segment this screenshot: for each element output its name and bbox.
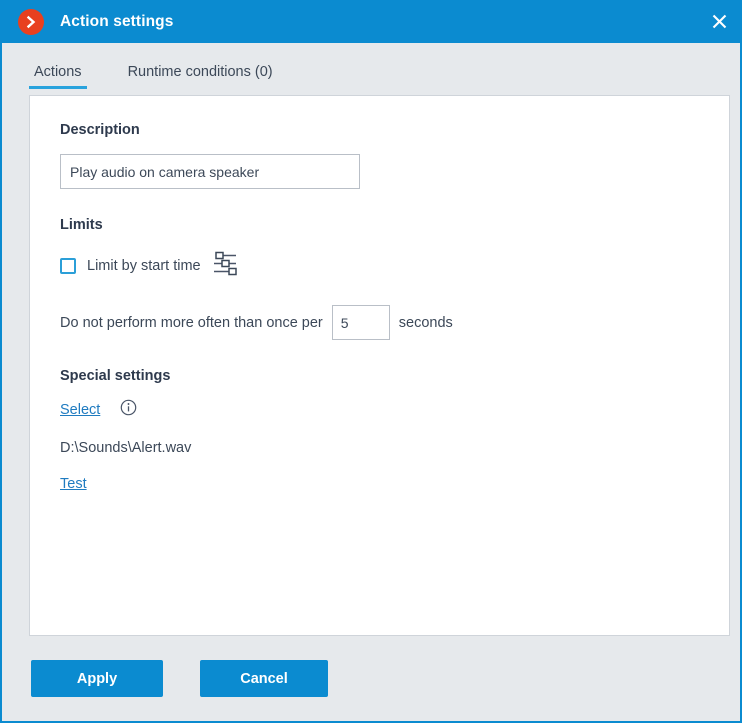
limit-by-start-time-row: Limit by start time	[60, 251, 699, 281]
limit-by-start-time-label: Limit by start time	[87, 258, 201, 274]
apply-button[interactable]: Apply	[31, 660, 163, 697]
tab-actions[interactable]: Actions	[29, 64, 87, 89]
chevron-right-circle-icon	[18, 8, 44, 35]
limit-by-start-time-checkbox[interactable]	[60, 258, 76, 274]
throttle-seconds-input[interactable]	[331, 305, 390, 340]
test-link[interactable]: Test	[60, 476, 87, 492]
description-heading: Description	[60, 122, 140, 138]
special-settings-heading: Special settings	[60, 368, 171, 384]
limits-heading: Limits	[60, 217, 103, 233]
tab-runtime-conditions-label: Runtime conditions (0)	[127, 64, 273, 80]
cancel-button[interactable]: Cancel	[200, 660, 328, 697]
tab-bar: Actions Runtime conditions (0)	[2, 43, 740, 89]
settings-panel: Description Limits Limit by start time	[29, 95, 730, 636]
throttle-row: Do not perform more often than once per …	[60, 305, 699, 340]
select-row: Select	[60, 399, 699, 421]
throttle-suffix-label: seconds	[398, 314, 453, 331]
selected-file-path: D:\Sounds\Alert.wav	[60, 440, 192, 456]
sliders-icon[interactable]	[213, 251, 239, 281]
close-button[interactable]	[696, 0, 742, 43]
info-circle-icon[interactable]	[120, 399, 137, 421]
content-area: Description Limits Limit by start time	[2, 89, 740, 636]
tab-runtime-conditions[interactable]: Runtime conditions (0)	[123, 64, 278, 89]
throttle-prefix-label: Do not perform more often than once per	[60, 314, 323, 331]
title-bar: Action settings	[0, 0, 742, 43]
test-row: Test	[60, 475, 699, 493]
select-link[interactable]: Select	[60, 402, 100, 418]
description-input[interactable]	[60, 154, 360, 189]
action-settings-dialog: Action settings Actions Runtime conditio…	[0, 0, 742, 723]
dialog-footer: Apply Cancel	[2, 636, 740, 721]
window-title: Action settings	[60, 12, 174, 30]
tab-actions-label: Actions	[34, 64, 82, 80]
